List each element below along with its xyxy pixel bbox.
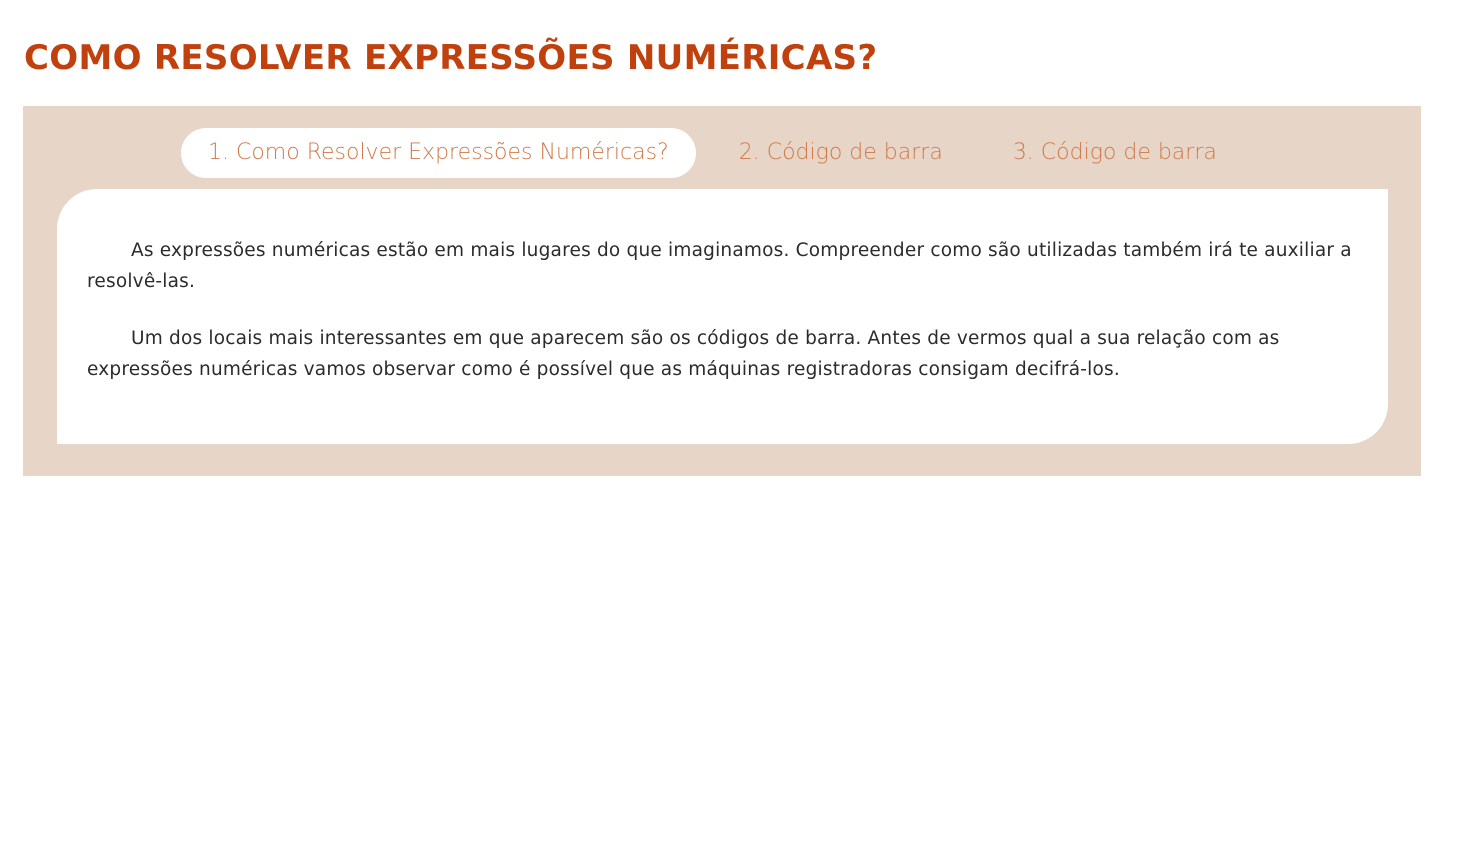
page-title: COMO RESOLVER EXPRESSÕES NUMÉRICAS? [24,38,878,78]
content-paragraph: As expressões numéricas estão em mais lu… [87,240,1352,292]
tab-codigo-de-barra-2[interactable]: 3. Código de barra [986,128,1244,178]
tab-bar: 1. Como Resolver Expressões Numéricas? 2… [181,128,1260,178]
tab-como-resolver[interactable]: 1. Como Resolver Expressões Numéricas? [181,128,696,178]
tabs-panel: 1. Como Resolver Expressões Numéricas? 2… [23,106,1421,476]
tab-codigo-de-barra-1[interactable]: 2. Código de barra [712,128,970,178]
content-paragraph: Um dos locais mais interessantes em que … [87,328,1280,380]
tab-content: As expressões numéricas estão em mais lu… [57,189,1388,444]
